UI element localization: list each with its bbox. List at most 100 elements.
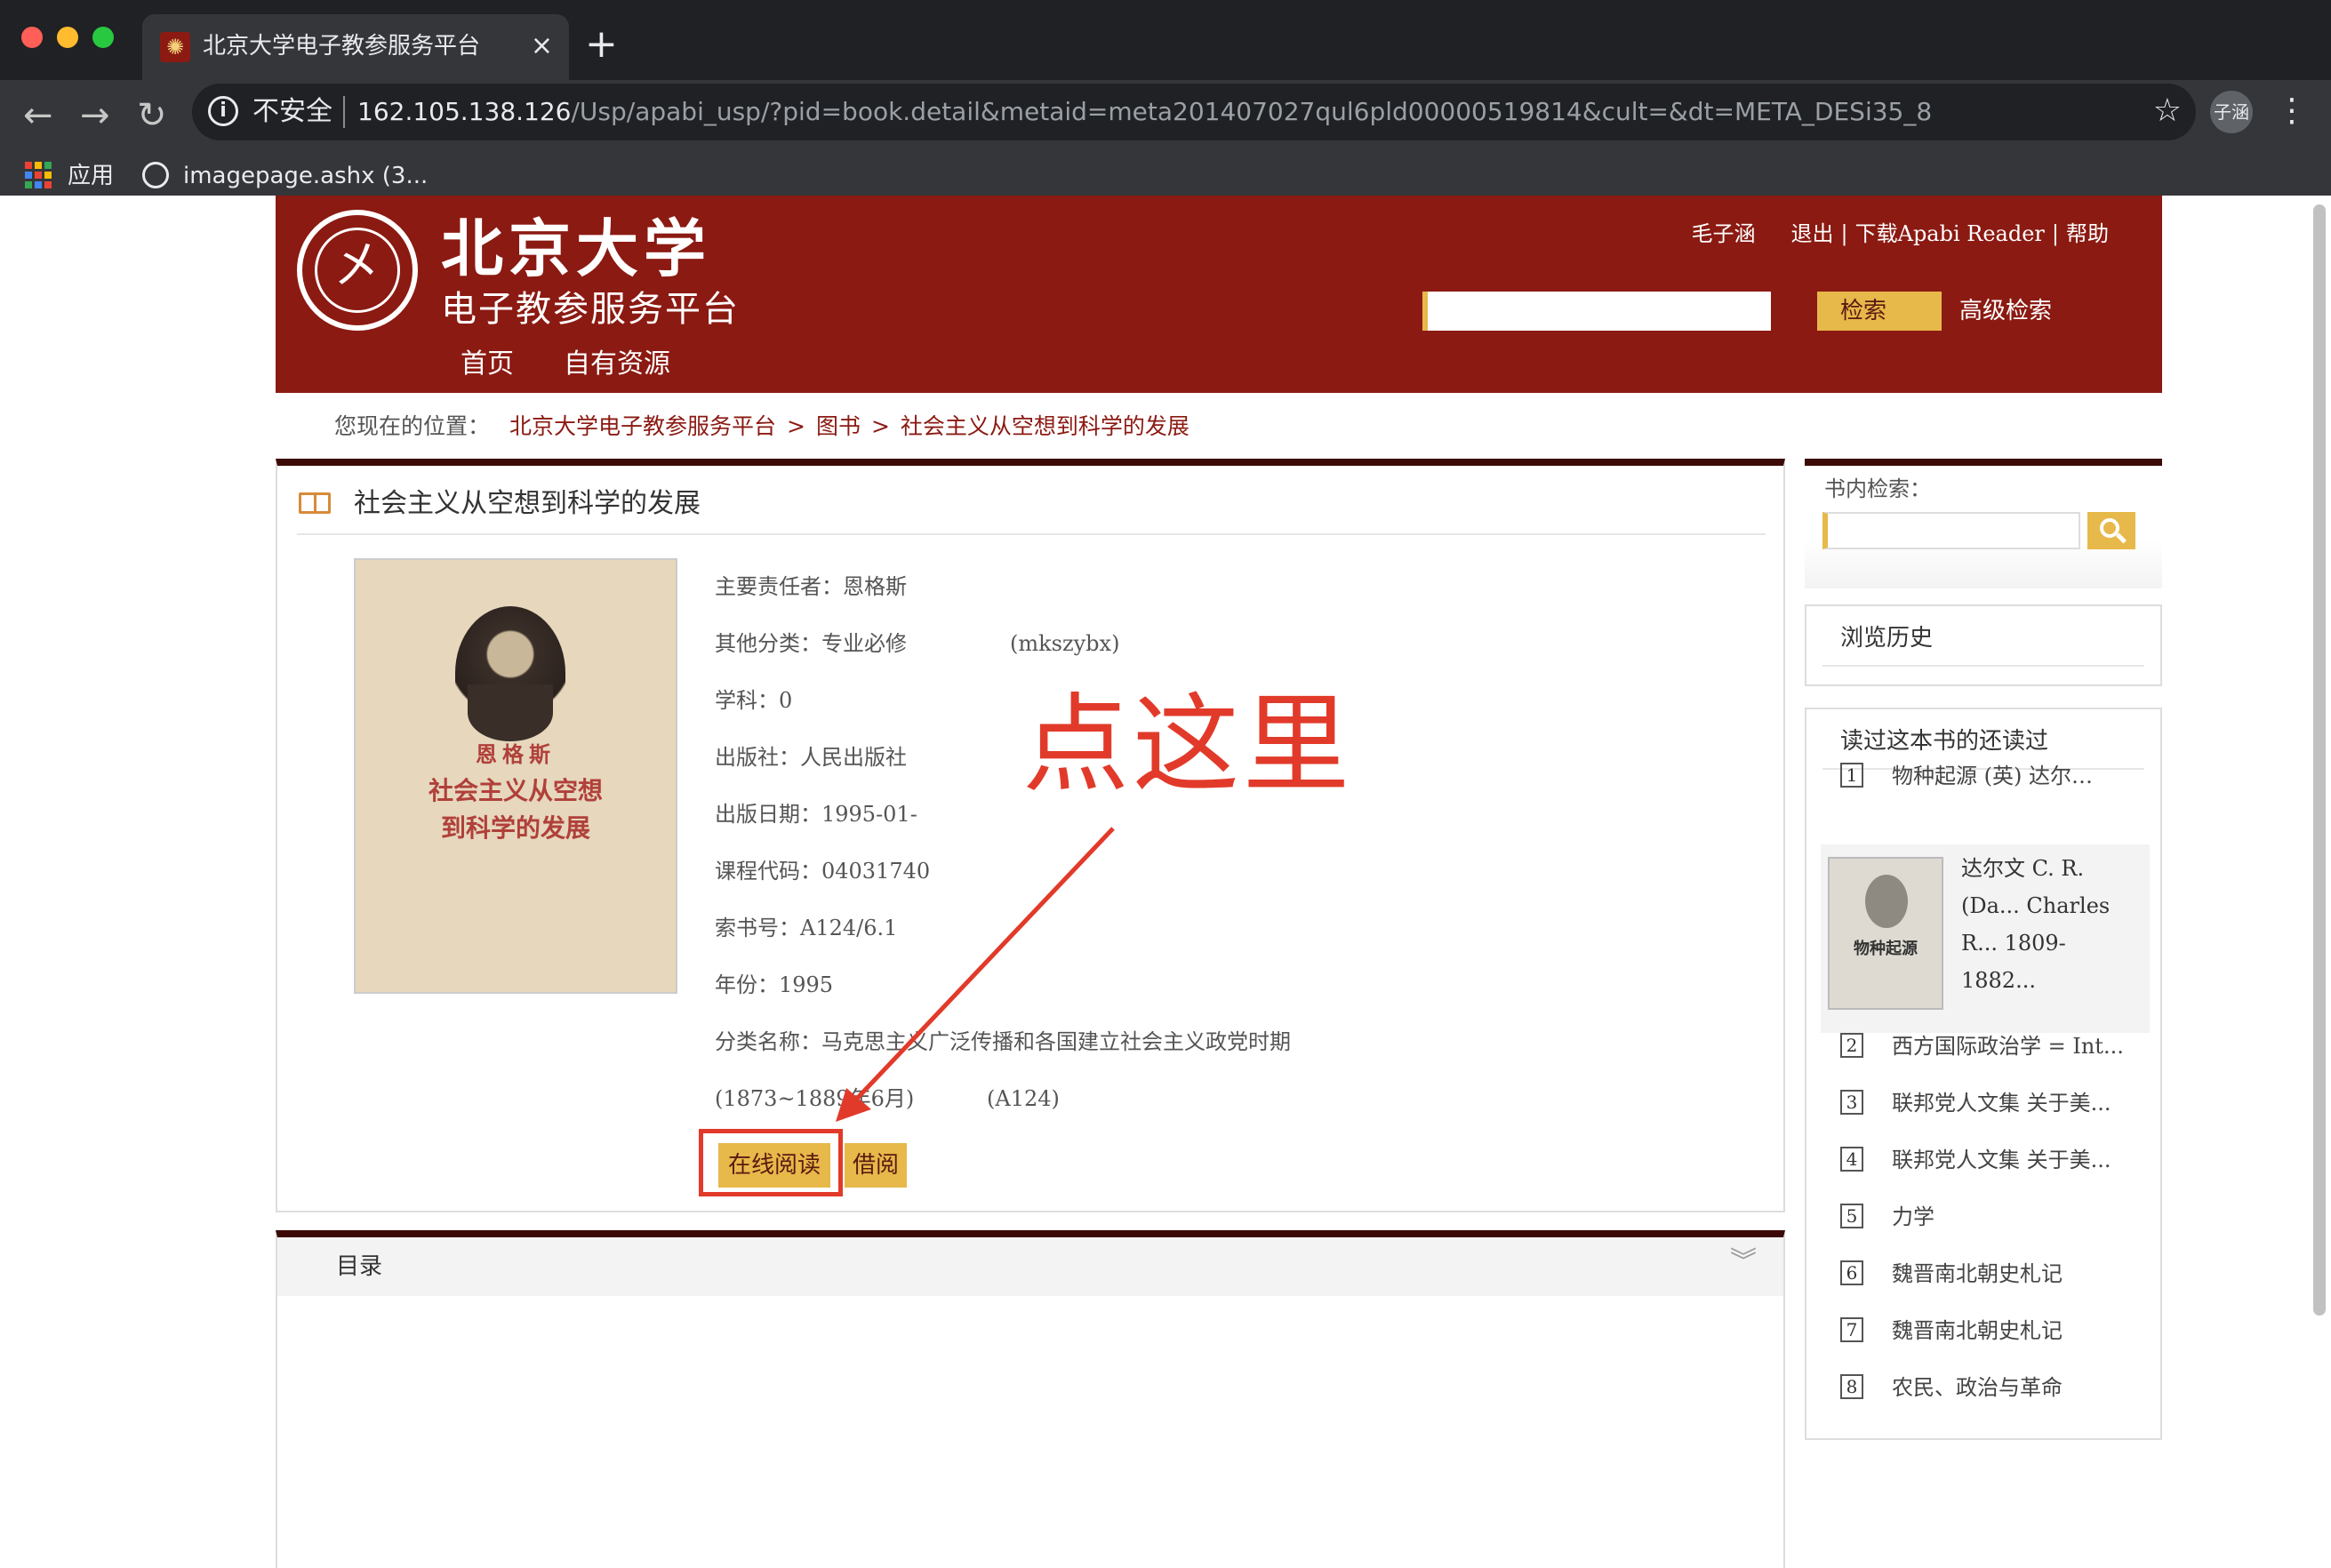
breadcrumb: 您现在的位置： 北京大学电子教参服务平台 > 图书 > 社会主义从空想到科学的发展 (334, 409, 1190, 444)
pku-seal-logo[interactable]: 㐅 (297, 210, 418, 331)
toc-title: 目录 (336, 1253, 383, 1280)
list-item-label[interactable]: 力学 (1892, 1200, 2150, 1234)
apps-grid-icon[interactable] (25, 162, 52, 188)
username-link[interactable]: 毛子涵 (1692, 219, 1756, 249)
site-header: 㐅 北京大学 电子教参服务平台 首页 自有资源 毛子涵 退出 | 下载Apabi Re… (276, 196, 2162, 393)
page-scrollbar[interactable] (2313, 204, 2326, 1316)
featured-book-cover[interactable]: 物种起源 (1828, 857, 1943, 1010)
cover-author: 恩格斯 (476, 741, 556, 767)
browser-toolbar: ← → ↻ i 不安全 162.105.138.126/Usp/apabi_us… (0, 80, 2331, 213)
url-path: /Usp/apabi_usp/?pid=book.detail&metaid=m… (571, 97, 1933, 126)
separator: | (1840, 221, 1848, 246)
new-tab-icon[interactable]: + (585, 20, 618, 69)
meta-subject: 学科：0 (715, 688, 793, 713)
book-cover-image: 恩格斯 社会主义从空想 到科学的发展 (354, 558, 677, 994)
maximize-window-button[interactable] (92, 27, 114, 48)
back-arrow-icon[interactable]: ← (23, 87, 53, 144)
url-host: 162.105.138.126 (357, 97, 572, 126)
list-item-label[interactable]: 魏晋南北朝史札记 (1892, 1314, 2150, 1348)
apps-bookmark[interactable]: 应用 (68, 158, 114, 194)
cover-portrait-beard (468, 684, 553, 741)
info-icon[interactable]: i (208, 96, 238, 126)
meta-pub-date: 出版日期：1995-01- (715, 802, 917, 827)
browser-menu-icon[interactable]: ⋮ (2276, 89, 2308, 133)
annotation-text: 点这里 (1022, 684, 1353, 807)
logout-link[interactable]: 退出 (1791, 219, 1834, 249)
breadcrumb-arrow: > (786, 413, 805, 439)
bookmark-star-icon[interactable]: ☆ (2153, 89, 2182, 133)
site-search-input[interactable] (1422, 292, 1771, 331)
list-item[interactable]: 8 农民、政治与革命 (1806, 1365, 2160, 1412)
read-online-button[interactable]: 在线阅读 (718, 1143, 830, 1188)
borrow-button[interactable]: 借阅 (845, 1143, 907, 1188)
list-item-label[interactable]: 联邦党人文集 关于美... (1892, 1086, 2150, 1120)
site-favicon-icon: ✺ (160, 32, 190, 62)
list-item[interactable]: 6 魏晋南北朝史札记 (1806, 1252, 2160, 1298)
meta-class-period: (1873~1889年6月) (715, 1086, 915, 1111)
profile-avatar[interactable]: 子涵 (2210, 91, 2253, 133)
list-item[interactable]: 4 联邦党人文集 关于美... (1806, 1138, 2160, 1184)
breadcrumb-item[interactable]: 北京大学电子教参服务平台 (509, 413, 776, 439)
toc-panel: 目录 ︾ (276, 1230, 1785, 1568)
divider (297, 533, 1766, 535)
rank-badge: 2 (1840, 1033, 1863, 1058)
minimize-window-button[interactable] (57, 27, 78, 48)
address-separator (343, 96, 345, 128)
in-book-search-label: 书内检索： (1824, 476, 1931, 501)
chevron-double-down-icon[interactable]: ︾ (1730, 1244, 1757, 1280)
close-window-button[interactable] (21, 27, 43, 48)
list-item-label[interactable]: 魏晋南北朝史札记 (1892, 1257, 2150, 1291)
in-book-search-button[interactable] (2087, 512, 2135, 549)
list-item-label[interactable]: 西方国际政治学 = Int... (1892, 1029, 2150, 1063)
meta-category-code: (mkszybx) (1010, 631, 1120, 656)
list-item[interactable]: 2 西方国际政治学 = Int... (1806, 1024, 2160, 1070)
featured-cover-title: 物种起源 (1854, 940, 1918, 958)
breadcrumb-prefix: 您现在的位置： (334, 413, 491, 439)
meta-call-number: 索书号：A124/6.1 (715, 916, 898, 940)
in-book-search-input[interactable] (1822, 512, 2080, 549)
list-item-label[interactable]: 农民、政治与革命 (1892, 1371, 2150, 1404)
list-item-label[interactable]: 物种起源 (英) 达尔… (1892, 759, 2150, 793)
advanced-search-link[interactable]: 高级检索 (1959, 292, 2052, 331)
list-item-label[interactable]: 联邦党人文集 关于美... (1892, 1143, 2150, 1177)
seal-glyph: 㐅 (332, 237, 382, 295)
rank-badge: 7 (1840, 1317, 1863, 1342)
cover-portrait (1865, 875, 1908, 928)
also-read-panel: 读过这本书的还读过 1 物种起源 (英) 达尔… 物种起源 达尔文 C. R. … (1805, 708, 2162, 1440)
forward-arrow-icon[interactable]: → (80, 87, 110, 144)
site-search-button[interactable]: 检索 (1817, 292, 1942, 331)
nav-home-link[interactable]: 首页 (461, 345, 514, 384)
breadcrumb-item[interactable]: 图书 (816, 413, 861, 439)
list-item[interactable]: 1 物种起源 (英) 达尔… (1806, 754, 2160, 800)
security-label: 不安全 (252, 96, 332, 127)
featured-book[interactable]: 物种起源 达尔文 C. R. (Da... Charles R... 1809-… (1821, 844, 2150, 1033)
download-reader-link[interactable]: 下载Apabi Reader (1855, 219, 2045, 249)
divider (1822, 665, 2144, 667)
url-text[interactable]: 162.105.138.126/Usp/apabi_usp/?pid=book.… (357, 92, 1932, 132)
list-item[interactable]: 5 力学 (1806, 1195, 2160, 1241)
rank-badge: 4 (1840, 1147, 1863, 1172)
help-link[interactable]: 帮助 (2066, 219, 2109, 249)
meta-class-name: 分类名称：马克思主义广泛传播和各国建立社会主义政党时期 (715, 1029, 1291, 1054)
reload-icon[interactable]: ↻ (137, 87, 167, 144)
meta-category: 其他分类：专业必修 (715, 631, 907, 656)
list-item[interactable]: 7 魏晋南北朝史札记 (1806, 1308, 2160, 1355)
browser-tab[interactable]: ✺ 北京大学电子教参服务平台 × (142, 14, 569, 80)
site-logo-subtitle: 电子教参服务平台 (441, 289, 740, 330)
meta-class-code: (A124) (987, 1086, 1060, 1111)
rank-badge: 1 (1840, 763, 1863, 788)
tab-title: 北京大学电子教参服务平台 (203, 33, 481, 60)
open-book-icon (299, 492, 331, 514)
tab-close-icon[interactable]: × (531, 28, 553, 64)
breadcrumb-item[interactable]: 社会主义从空想到科学的发展 (901, 413, 1190, 439)
address-bar[interactable]: i 不安全 162.105.138.126/Usp/apabi_usp/?pid… (192, 84, 2196, 140)
nav-own-resources-link[interactable]: 自有资源 (564, 345, 670, 384)
breadcrumb-arrow: > (870, 413, 890, 439)
toc-header[interactable]: 目录 ︾ (277, 1237, 1783, 1296)
separator: | (2051, 221, 2059, 246)
featured-book-info[interactable]: 达尔文 C. R. (Da... Charles R... 1809- 1882… (1961, 850, 2144, 999)
list-item[interactable]: 3 联邦党人文集 关于美... (1806, 1081, 2160, 1127)
bookmark-item[interactable]: imagepage.ashx (3... (183, 158, 428, 194)
browse-history-title: 浏览历史 (1840, 625, 1934, 652)
user-links: 毛子涵 退出 | 下载Apabi Reader | 帮助 (1692, 219, 2109, 249)
